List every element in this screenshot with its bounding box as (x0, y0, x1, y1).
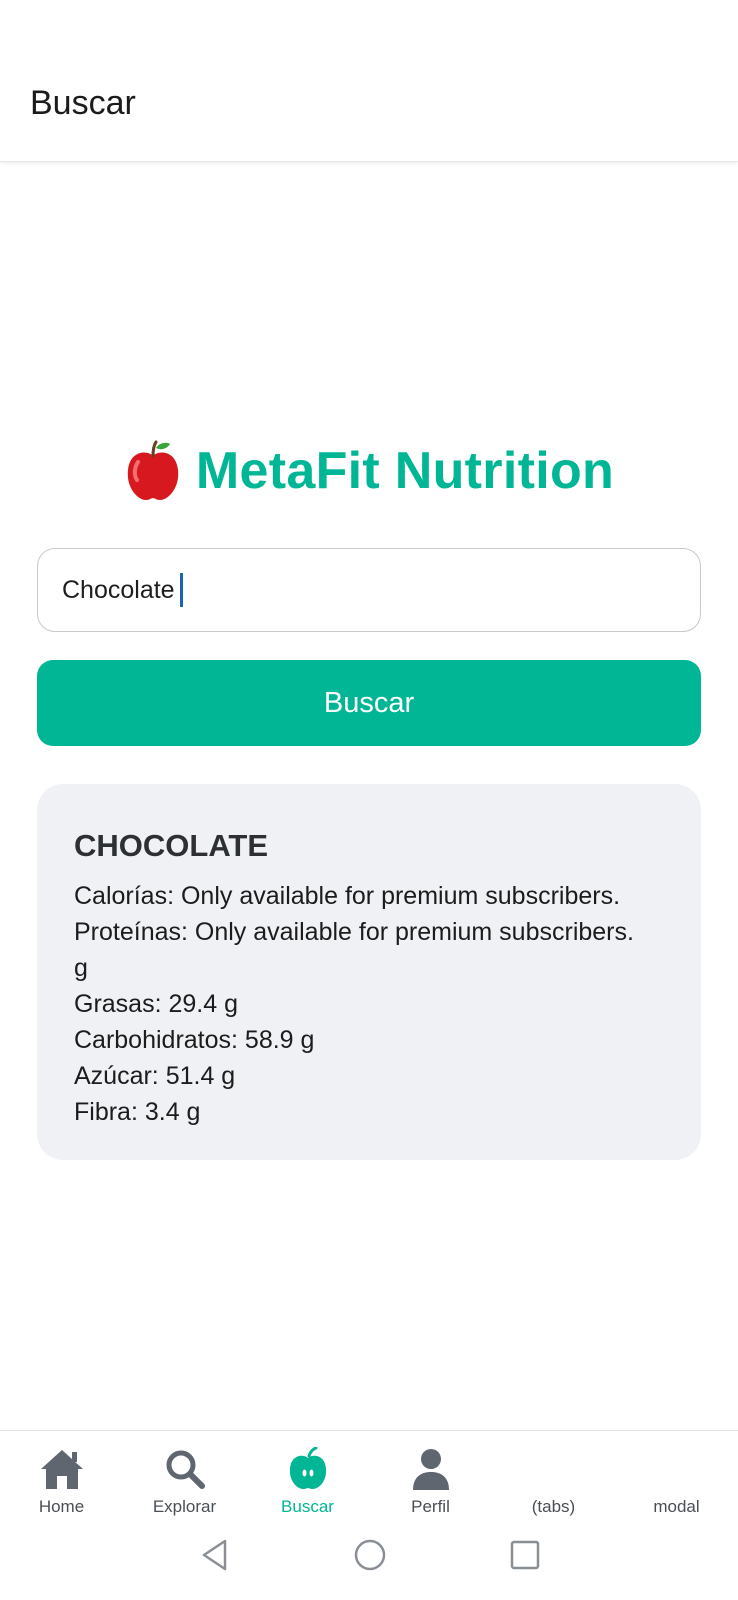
nutrient-sugar: Azúcar: 51.4 g (74, 1062, 236, 1090)
home-icon (39, 1445, 85, 1493)
recents-icon[interactable] (509, 1538, 541, 1577)
nutrient-carbs: Carbohidratos: 58.9 g (74, 1026, 315, 1054)
tab-home-label: Home (38, 1497, 85, 1516)
tab-modal[interactable]: modal (615, 1431, 738, 1523)
nutrition-result-card: CHOCOLATE Calorías: Only available for p… (37, 784, 701, 1160)
food-name: CHOCOLATE (74, 828, 269, 863)
tab-modal-label: modal (653, 1497, 700, 1516)
home-circle-icon[interactable] (353, 1538, 387, 1577)
tab-buscar-label: Buscar (281, 1497, 334, 1516)
tab-tabs[interactable]: (tabs) (492, 1431, 615, 1523)
app-header: Buscar (0, 0, 738, 162)
text-cursor (179, 573, 183, 607)
nutrient-protein-unit: g (74, 954, 88, 982)
system-navigation-bar (0, 1522, 738, 1600)
brand: MetaFit Nutrition (0, 440, 738, 502)
back-icon[interactable] (200, 1538, 230, 1577)
page-title: Buscar (30, 84, 136, 122)
tab-tabs-label: (tabs) (531, 1497, 576, 1516)
app-title: MetaFit Nutrition (195, 442, 615, 500)
tab-buscar[interactable]: Buscar (246, 1431, 369, 1523)
tab-explorar-label: Explorar (152, 1497, 217, 1516)
nutrient-fat: Grasas: 29.4 g (74, 990, 238, 1018)
search-input-value: Chocolate (62, 575, 175, 604)
search-button[interactable]: Buscar (37, 660, 701, 746)
tab-home[interactable]: Home (0, 1431, 123, 1523)
nutrient-calories: Calorías: Only available for premium sub… (74, 882, 621, 910)
tab-perfil-label: Perfil (411, 1497, 450, 1516)
apple-emoji-icon (124, 440, 182, 502)
apple-icon (288, 1445, 328, 1493)
tab-perfil[interactable]: Perfil (369, 1431, 492, 1523)
person-icon (411, 1445, 451, 1493)
search-icon (164, 1445, 206, 1493)
app-screen: Buscar MetaFit Nutrition Chocolate Busca… (0, 0, 738, 1600)
bottom-tab-bar: Home Explorar Buscar Perfil (tabs) modal (0, 1430, 738, 1522)
tab-explorar[interactable]: Explorar (123, 1431, 246, 1523)
food-search-input[interactable]: Chocolate (37, 548, 701, 632)
nutrient-protein: Proteínas: Only available for premium su… (74, 918, 634, 946)
nutrient-fiber: Fibra: 3.4 g (74, 1098, 201, 1126)
